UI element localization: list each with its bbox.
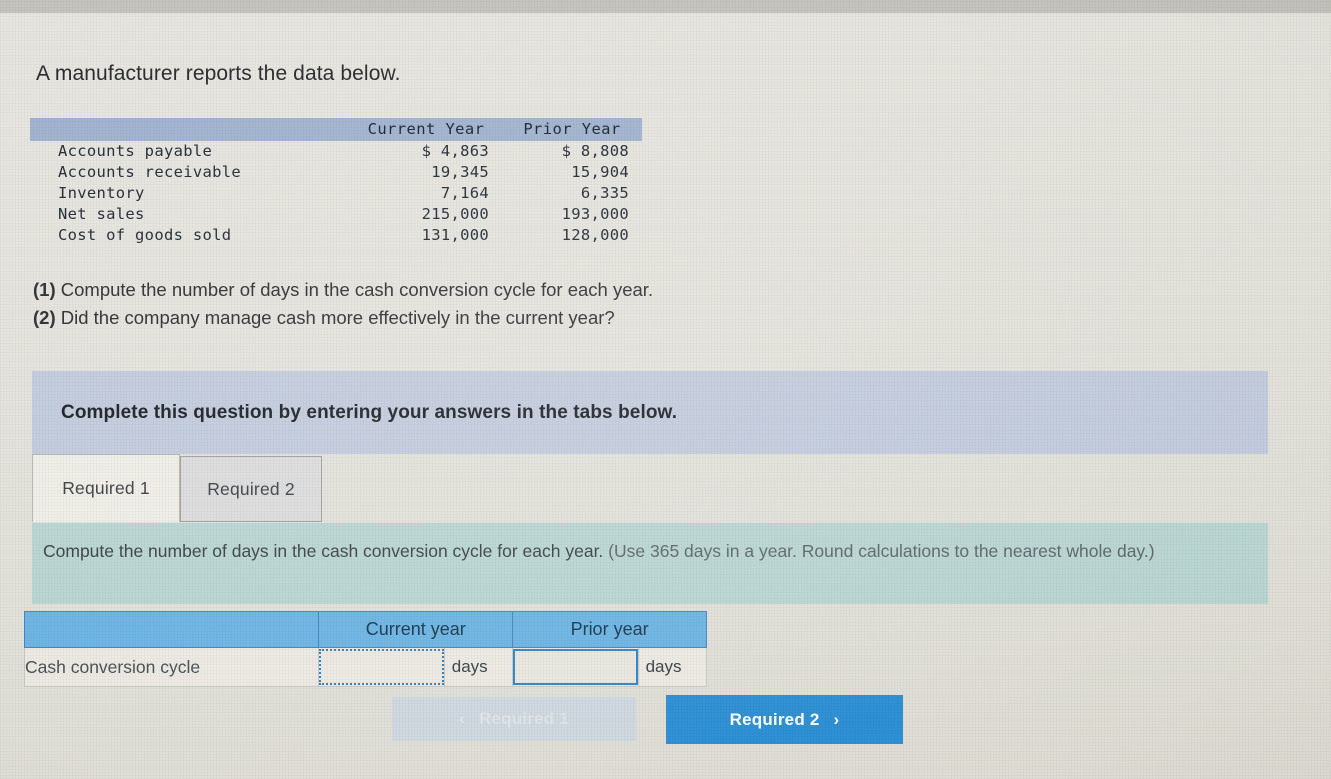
current-year-input[interactable] [319,649,444,685]
answer-table: Current year Prior year Cash conversion … [23,611,708,687]
data-row-prior: 15,904 [571,163,629,181]
data-row-label: Inventory [58,184,145,202]
sub-instruction-note: (Use 365 days in a year. Round calculati… [608,541,1155,561]
prior-year-unit: days [637,647,708,687]
question-list: (1) Compute the number of days in the ca… [33,276,653,332]
table-row: Accounts receivable 19,345 15,904 [30,162,642,183]
previous-button-label: Required 1 [479,709,569,728]
table-row: Cost of goods sold 131,000 128,000 [30,225,642,246]
data-table-header-row: Current Year Prior Year [30,118,642,141]
tab-required-1-label: Required 1 [62,478,150,498]
data-row-prior: 193,000 [561,205,629,223]
answer-header-current-year: Current year [318,611,514,648]
intro-text: A manufacturer reports the data below. [36,62,401,85]
data-table-header-prior-year: Prior Year [502,118,642,141]
prior-year-input-cell[interactable] [512,647,639,687]
question-item-1: (1) Compute the number of days in the ca… [33,276,653,304]
next-required-2-button[interactable]: Required 2 › [666,695,903,744]
tab-strip: Required 1 Required 2 [32,454,1268,523]
table-row: Accounts payable $ 4,863 $ 8,808 [30,141,642,162]
tab-required-2-label: Required 2 [207,478,295,499]
data-row-current: 19,345 [431,163,489,181]
answer-row-label: Cash conversion cycle [23,647,320,687]
data-row-current: $ 4,863 [421,142,489,160]
data-row-current: 215,000 [421,205,489,223]
chevron-left-icon: ‹ [459,709,465,728]
data-row-label: Accounts payable [58,142,213,160]
data-table-header-blank [30,118,350,141]
data-row-prior: $ 8,808 [561,142,629,160]
data-row-current: 131,000 [421,226,489,244]
given-data-table: Current Year Prior Year Accounts payable… [30,118,642,246]
question-text-1: Compute the number of days in the cash c… [60,279,654,300]
data-row-prior: 128,000 [561,226,629,244]
question-number-2: (2) [33,306,56,328]
data-table-header-current-year: Current Year [350,118,502,141]
answer-header-blank [23,611,320,648]
tab-required-2[interactable]: Required 2 [180,456,322,522]
current-year-input-cell[interactable] [318,647,445,687]
table-row: Inventory 7,164 6,335 [30,183,642,204]
question-item-2: (2) Did the company manage cash more eff… [33,304,653,332]
instruction-banner-text: Complete this question by entering your … [61,401,678,423]
answer-table-header-row: Current year Prior year [23,611,707,648]
previous-required-1-button[interactable]: ‹ Required 1 [392,697,636,741]
sub-instruction-panel: Compute the number of days in the cash c… [32,523,1268,604]
question-number-1: (1) [33,279,56,300]
table-row: Net sales 215,000 193,000 [30,204,642,225]
data-row-label: Accounts receivable [58,163,242,181]
tab-required-1[interactable]: Required 1 [32,454,180,522]
chevron-right-icon: › [833,709,840,729]
data-row-label: Net sales [58,205,145,223]
prior-year-input[interactable] [513,649,638,685]
sub-instruction-text: Compute the number of days in the cash c… [43,539,1248,564]
answer-header-prior-year: Prior year [512,611,707,648]
instruction-banner: Complete this question by entering your … [32,371,1268,454]
data-row-prior: 6,335 [580,184,629,202]
table-row: Cash conversion cycle days days [23,647,708,687]
question-text-2: Did the company manage cash more effecti… [60,306,615,328]
data-row-label: Cost of goods sold [58,226,232,244]
current-year-unit: days [443,647,514,687]
question-content: A manufacturer reports the data below. C… [0,0,1331,779]
sub-instruction-main: Compute the number of days in the cash c… [43,541,604,561]
next-button-label: Required 2 [729,709,820,729]
data-row-current: 7,164 [440,184,489,202]
